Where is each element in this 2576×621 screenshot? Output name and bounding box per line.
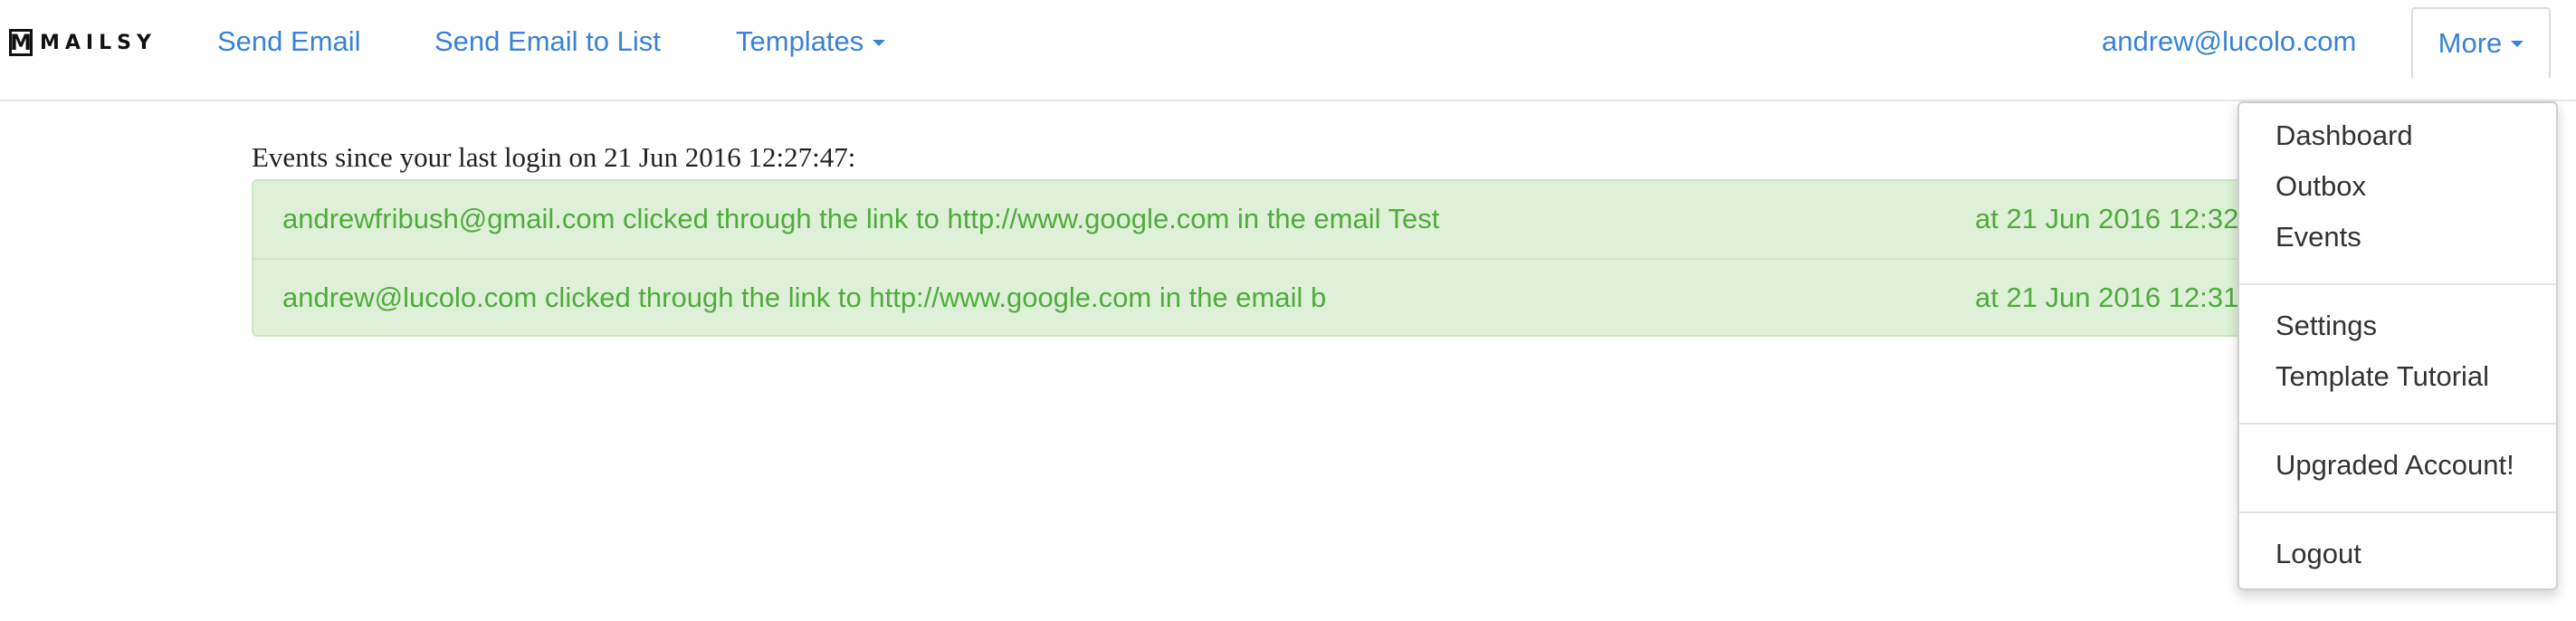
event-timestamp: at 21 Jun 2016 12:32 (1975, 203, 2239, 234)
chevron-down-icon (873, 40, 886, 47)
nav-send-email-to-list[interactable]: Send Email to List (434, 25, 661, 58)
more-dropdown-button[interactable]: More (2411, 7, 2551, 78)
menu-item-logout[interactable]: Logout (2275, 538, 2361, 570)
nav-send-email[interactable]: Send Email (217, 25, 361, 58)
menu-item-events[interactable]: Events (2275, 221, 2361, 253)
nav-templates-dropdown[interactable]: Templates (736, 25, 886, 58)
list-item: andrew@lucolo.com clicked through the li… (253, 260, 2549, 335)
events-intro-text: Events since your last login on 21 Jun 2… (252, 141, 856, 173)
nav-user-email[interactable]: andrew@lucolo.com (2102, 25, 2356, 58)
list-item: andrewfribush@gmail.com clicked through … (253, 181, 2549, 260)
menu-item-upgraded-account[interactable]: Upgraded Account! (2275, 449, 2514, 482)
nav-templates-label: Templates (736, 25, 864, 57)
menu-item-template-tutorial[interactable]: Template Tutorial (2275, 360, 2489, 393)
events-list: andrewfribush@gmail.com clicked through … (252, 179, 2551, 337)
menu-divider (2239, 511, 2556, 513)
more-dropdown-menu: Dashboard Outbox Events Settings Templat… (2237, 101, 2558, 590)
event-timestamp: at 21 Jun 2016 12:31 (1975, 282, 2239, 313)
menu-item-dashboard[interactable]: Dashboard (2275, 119, 2413, 152)
menu-item-settings[interactable]: Settings (2275, 310, 2377, 342)
mailsy-logo-icon: M (9, 29, 33, 56)
more-label: More (2438, 27, 2503, 59)
top-navbar: M MAILSY Send Email Send Email to List T… (0, 0, 2576, 101)
brand-name: MAILSY (40, 31, 157, 54)
event-description: andrewfribush@gmail.com clicked through … (282, 203, 1440, 234)
chevron-down-icon (2511, 40, 2524, 47)
menu-item-outbox[interactable]: Outbox (2275, 170, 2366, 203)
event-description: andrew@lucolo.com clicked through the li… (282, 282, 1327, 313)
brand-logo[interactable]: M MAILSY (9, 27, 157, 58)
menu-divider (2239, 283, 2556, 285)
menu-divider (2239, 423, 2556, 425)
